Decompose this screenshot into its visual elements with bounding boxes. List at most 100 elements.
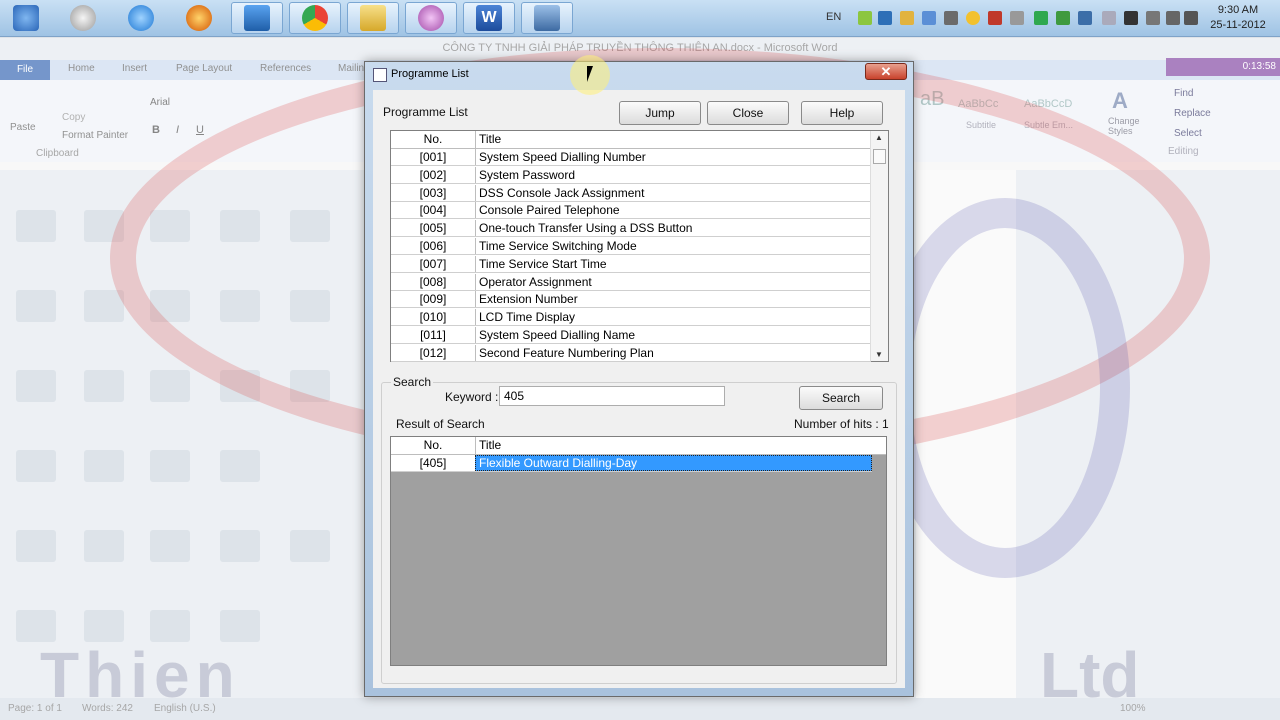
dialog-client: Programme List Jump Close Help No. Title… — [373, 90, 905, 688]
row-number: [004] — [391, 202, 476, 219]
search-group-label: Search — [391, 375, 434, 389]
system-tray: EN — [820, 0, 1220, 36]
dialog-frame: Programme List ✕ Programme List Jump Clo… — [365, 62, 913, 696]
close-button[interactable]: Close — [707, 101, 789, 125]
row-title: LCD Time Display — [479, 310, 576, 325]
browser-icon — [70, 5, 96, 31]
chrome-icon — [302, 5, 328, 31]
table-row[interactable]: [007] Time Service Start Time — [391, 255, 871, 273]
table-header: No. Title — [391, 131, 888, 149]
row-title: System Speed Dialling Name — [479, 328, 636, 342]
network-icon[interactable] — [1166, 11, 1180, 25]
taskbar-ie-button[interactable] — [115, 2, 167, 34]
column-header-no[interactable]: No. — [391, 131, 476, 148]
table-row[interactable]: [010] LCD Time Display — [391, 309, 871, 327]
table-row[interactable]: [011] System Speed Dialling Name — [391, 327, 871, 344]
row-number: [002] — [391, 166, 476, 183]
tray-icon[interactable] — [878, 11, 892, 25]
row-title: Console Paired Telephone — [479, 203, 620, 218]
flag-icon[interactable] — [1146, 11, 1160, 25]
result-row[interactable]: [405] Flexible Outward Dialling-Day — [391, 455, 872, 472]
clock-date: 25-11-2012 — [1210, 19, 1266, 31]
help-button[interactable]: Help — [801, 101, 883, 125]
windows-icon — [13, 5, 39, 31]
row-number: [006] — [391, 238, 476, 254]
taskbar-firefox-button[interactable] — [173, 2, 225, 34]
table-row[interactable]: [003] DSS Console Jack Assignment — [391, 184, 871, 202]
close-icon[interactable]: ✕ — [865, 63, 907, 80]
taskbar: W EN 9:30 AM 25-11-2012 — [0, 0, 1280, 37]
row-number: [010] — [391, 309, 476, 326]
row-number: [005] — [391, 220, 476, 237]
number-of-hits: Number of hits : 1 — [794, 417, 889, 431]
column-header-no[interactable]: No. — [391, 437, 476, 454]
tray-icon[interactable] — [922, 11, 936, 25]
row-title: Flexible Outward Dialling-Day — [475, 455, 872, 471]
table-row[interactable]: [002] System Password — [391, 166, 871, 184]
search-result-table[interactable]: No. Title [405] Flexible Outward Dialling… — [390, 436, 887, 666]
row-number: [001] — [391, 149, 476, 165]
table-row[interactable]: [005] One-touch Transfer Using a DSS Butt… — [391, 220, 871, 238]
tray-icon[interactable] — [1078, 11, 1092, 25]
result-label: Result of Search — [396, 417, 485, 431]
column-header-title[interactable]: Title — [479, 131, 501, 148]
jump-button[interactable]: Jump — [619, 101, 701, 125]
row-number: [003] — [391, 184, 476, 201]
search-button[interactable]: Search — [799, 386, 883, 410]
tray-icon[interactable] — [900, 11, 914, 25]
row-number: [405] — [391, 455, 476, 471]
row-title: System Password — [479, 167, 576, 182]
table-row[interactable]: [009] Extension Number — [391, 291, 871, 309]
keyword-label: Keyword : — [445, 390, 499, 404]
table-row[interactable]: [004] Console Paired Telephone — [391, 202, 871, 220]
tray-icon[interactable] — [988, 11, 1002, 25]
monitor-icon[interactable] — [1124, 11, 1138, 25]
row-number: [007] — [391, 255, 476, 272]
taskbar-programme-button[interactable] — [521, 2, 573, 34]
column-header-title[interactable]: Title — [479, 437, 501, 454]
taskbar-paint-button[interactable] — [405, 2, 457, 34]
row-title: Time Service Start Time — [479, 256, 607, 271]
taskbar-app-button[interactable] — [231, 2, 283, 34]
paint-icon — [418, 5, 444, 31]
scroll-thumb[interactable] — [873, 149, 886, 164]
folder-icon — [360, 5, 386, 31]
tray-icon[interactable] — [944, 11, 958, 25]
programme-list-table[interactable]: No. Title [001] System Speed Dialling Num… — [390, 130, 889, 362]
tray-icon[interactable] — [1034, 11, 1048, 25]
language-indicator[interactable]: EN — [826, 11, 841, 23]
tray-icon[interactable] — [1056, 11, 1070, 25]
tray-icon[interactable] — [858, 11, 872, 25]
word-icon: W — [476, 5, 502, 31]
clock[interactable]: 9:30 AM 25-11-2012 — [1198, 3, 1278, 33]
clock-time: 9:30 AM — [1217, 4, 1259, 16]
taskbar-app-button[interactable] — [57, 2, 109, 34]
programme-list-dialog: Programme List ✕ Programme List Jump Clo… — [364, 61, 914, 697]
table-row[interactable]: [008] Operator Assignment — [391, 273, 871, 291]
start-button[interactable] — [0, 2, 52, 34]
table-header: No. Title — [391, 437, 886, 455]
row-number: [009] — [391, 291, 476, 308]
taskbar-chrome-button[interactable] — [289, 2, 341, 34]
row-title: Time Service Switching Mode — [479, 239, 637, 253]
vertical-scrollbar[interactable]: ▲ ▼ — [870, 131, 888, 361]
row-number: [012] — [391, 344, 476, 361]
tray-icon[interactable] — [1010, 11, 1024, 25]
keyword-input[interactable] — [499, 386, 725, 406]
table-row[interactable]: [001] System Speed Dialling Number — [391, 149, 871, 166]
scroll-up-icon[interactable]: ▲ — [875, 133, 883, 142]
logo-watermark-arc — [880, 198, 1130, 578]
shield-icon[interactable] — [1102, 11, 1116, 25]
tray-icon[interactable] — [966, 11, 980, 25]
row-number: [011] — [391, 327, 476, 343]
logo-watermark-text: Thien — [40, 639, 241, 711]
taskbar-word-button[interactable]: W — [463, 2, 515, 34]
table-row[interactable]: [012] Second Feature Numbering Plan — [391, 344, 871, 362]
firefox-icon — [186, 5, 212, 31]
remote-desktop-icon — [534, 5, 560, 31]
table-row[interactable]: [006] Time Service Switching Mode — [391, 238, 871, 255]
volume-icon[interactable] — [1184, 11, 1198, 25]
taskbar-explorer-button[interactable] — [347, 2, 399, 34]
scroll-down-icon[interactable]: ▼ — [875, 350, 883, 359]
row-title: One-touch Transfer Using a DSS Button — [479, 221, 693, 236]
